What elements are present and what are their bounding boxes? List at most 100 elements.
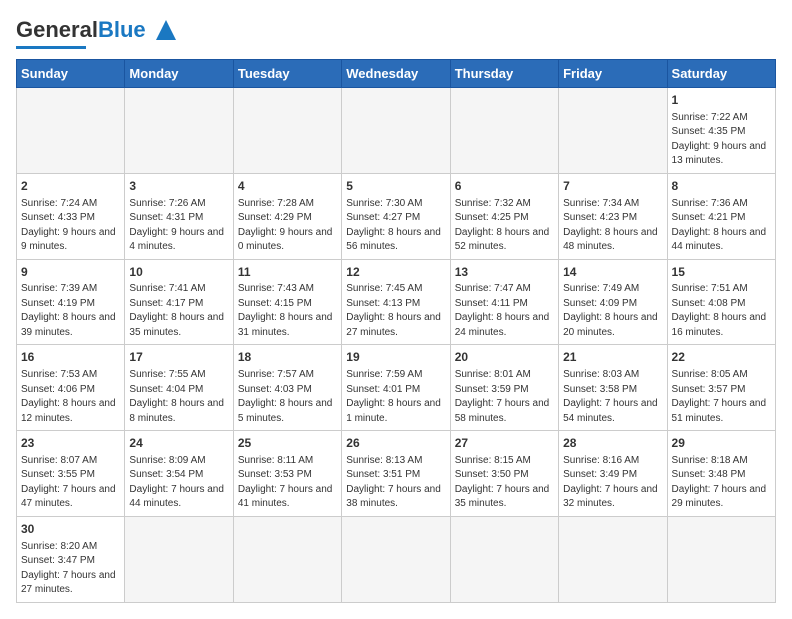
day-number: 26 bbox=[346, 435, 445, 452]
day-info: Sunrise: 8:16 AM Sunset: 3:49 PM Dayligh… bbox=[563, 454, 662, 512]
day-number: 17 bbox=[129, 349, 228, 366]
calendar-cell bbox=[342, 516, 450, 602]
day-number: 12 bbox=[346, 264, 445, 281]
calendar-cell: 27 Sunrise: 8:15 AM Sunset: 3:50 PM Dayli… bbox=[450, 431, 558, 517]
week-row: 23 Sunrise: 8:07 AM Sunset: 3:55 PM Dayli… bbox=[17, 431, 776, 517]
day-info: Sunrise: 7:26 AM Sunset: 4:31 PM Dayligh… bbox=[129, 197, 228, 255]
calendar-cell: 6Sunrise: 7:32 AM Sunset: 4:25 PM Daylig… bbox=[450, 173, 558, 259]
day-number: 3 bbox=[129, 178, 228, 195]
calendar-header: SundayMondayTuesdayWednesdayThursdayFrid… bbox=[17, 60, 776, 88]
day-number: 22 bbox=[672, 349, 771, 366]
calendar-cell: 11Sunrise: 7:43 AM Sunset: 4:15 PM Dayli… bbox=[233, 259, 341, 345]
calendar-cell bbox=[17, 88, 125, 174]
day-info: Sunrise: 7:41 AM Sunset: 4:17 PM Dayligh… bbox=[129, 282, 228, 340]
day-number: 27 bbox=[455, 435, 554, 452]
day-info: Sunrise: 7:34 AM Sunset: 4:23 PM Dayligh… bbox=[563, 197, 662, 255]
weekday-row: SundayMondayTuesdayWednesdayThursdayFrid… bbox=[17, 60, 776, 88]
day-info: Sunrise: 7:39 AM Sunset: 4:19 PM Dayligh… bbox=[21, 282, 120, 340]
day-info: Sunrise: 7:47 AM Sunset: 4:11 PM Dayligh… bbox=[455, 282, 554, 340]
day-info: Sunrise: 7:24 AM Sunset: 4:33 PM Dayligh… bbox=[21, 197, 120, 255]
day-number: 15 bbox=[672, 264, 771, 281]
day-info: Sunrise: 8:03 AM Sunset: 3:58 PM Dayligh… bbox=[563, 368, 662, 426]
calendar-cell: 19Sunrise: 7:59 AM Sunset: 4:01 PM Dayli… bbox=[342, 345, 450, 431]
calendar-cell: 17 Sunrise: 7:55 AM Sunset: 4:04 PM Dayli… bbox=[125, 345, 233, 431]
calendar-cell: 10Sunrise: 7:41 AM Sunset: 4:17 PM Dayli… bbox=[125, 259, 233, 345]
day-number: 1 bbox=[672, 92, 771, 109]
day-info: Sunrise: 8:09 AM Sunset: 3:54 PM Dayligh… bbox=[129, 454, 228, 512]
week-row: 16 Sunrise: 7:53 AM Sunset: 4:06 PM Dayli… bbox=[17, 345, 776, 431]
day-number: 21 bbox=[563, 349, 662, 366]
day-number: 23 bbox=[21, 435, 120, 452]
day-info: Sunrise: 7:55 AM Sunset: 4:04 PM Dayligh… bbox=[129, 368, 228, 426]
calendar-cell bbox=[667, 516, 775, 602]
day-info: Sunrise: 7:51 AM Sunset: 4:08 PM Dayligh… bbox=[672, 282, 771, 340]
day-number: 25 bbox=[238, 435, 337, 452]
logo: GeneralBlue bbox=[16, 16, 180, 49]
day-number: 9 bbox=[21, 264, 120, 281]
weekday-header-friday: Friday bbox=[559, 60, 667, 88]
day-info: Sunrise: 7:57 AM Sunset: 4:03 PM Dayligh… bbox=[238, 368, 337, 426]
day-number: 5 bbox=[346, 178, 445, 195]
calendar-cell bbox=[233, 516, 341, 602]
calendar-table: SundayMondayTuesdayWednesdayThursdayFrid… bbox=[16, 59, 776, 603]
day-info: Sunrise: 8:18 AM Sunset: 3:48 PM Dayligh… bbox=[672, 454, 771, 512]
day-number: 19 bbox=[346, 349, 445, 366]
day-number: 6 bbox=[455, 178, 554, 195]
weekday-header-thursday: Thursday bbox=[450, 60, 558, 88]
day-number: 11 bbox=[238, 264, 337, 281]
calendar-cell: 8Sunrise: 7:36 AM Sunset: 4:21 PM Daylig… bbox=[667, 173, 775, 259]
weekday-header-saturday: Saturday bbox=[667, 60, 775, 88]
day-info: Sunrise: 7:36 AM Sunset: 4:21 PM Dayligh… bbox=[672, 197, 771, 255]
calendar-cell: 3 Sunrise: 7:26 AM Sunset: 4:31 PM Daylig… bbox=[125, 173, 233, 259]
day-number: 4 bbox=[238, 178, 337, 195]
day-info: Sunrise: 8:20 AM Sunset: 3:47 PM Dayligh… bbox=[21, 540, 120, 598]
day-info: Sunrise: 7:45 AM Sunset: 4:13 PM Dayligh… bbox=[346, 282, 445, 340]
calendar-cell: 2 Sunrise: 7:24 AM Sunset: 4:33 PM Daylig… bbox=[17, 173, 125, 259]
calendar-cell bbox=[342, 88, 450, 174]
calendar-cell: 28 Sunrise: 8:16 AM Sunset: 3:49 PM Dayli… bbox=[559, 431, 667, 517]
day-info: Sunrise: 7:53 AM Sunset: 4:06 PM Dayligh… bbox=[21, 368, 120, 426]
calendar-cell bbox=[450, 88, 558, 174]
calendar-cell: 15Sunrise: 7:51 AM Sunset: 4:08 PM Dayli… bbox=[667, 259, 775, 345]
calendar-cell bbox=[125, 516, 233, 602]
day-number: 7 bbox=[563, 178, 662, 195]
header: GeneralBlue bbox=[16, 16, 776, 49]
calendar-cell: 29Sunrise: 8:18 AM Sunset: 3:48 PM Dayli… bbox=[667, 431, 775, 517]
calendar-cell bbox=[559, 88, 667, 174]
day-number: 28 bbox=[563, 435, 662, 452]
calendar-cell: 16 Sunrise: 7:53 AM Sunset: 4:06 PM Dayli… bbox=[17, 345, 125, 431]
calendar-cell: 30Sunrise: 8:20 AM Sunset: 3:47 PM Dayli… bbox=[17, 516, 125, 602]
weekday-header-wednesday: Wednesday bbox=[342, 60, 450, 88]
day-number: 2 bbox=[21, 178, 120, 195]
calendar-cell: 25 Sunrise: 8:11 AM Sunset: 3:53 PM Dayli… bbox=[233, 431, 341, 517]
calendar-cell bbox=[233, 88, 341, 174]
calendar-cell: 1 Sunrise: 7:22 AM Sunset: 4:35 PM Daylig… bbox=[667, 88, 775, 174]
day-info: Sunrise: 8:13 AM Sunset: 3:51 PM Dayligh… bbox=[346, 454, 445, 512]
calendar-cell: 4 Sunrise: 7:28 AM Sunset: 4:29 PM Daylig… bbox=[233, 173, 341, 259]
week-row: 2 Sunrise: 7:24 AM Sunset: 4:33 PM Daylig… bbox=[17, 173, 776, 259]
calendar-body: 1 Sunrise: 7:22 AM Sunset: 4:35 PM Daylig… bbox=[17, 88, 776, 603]
day-info: Sunrise: 7:28 AM Sunset: 4:29 PM Dayligh… bbox=[238, 197, 337, 255]
week-row: 30Sunrise: 8:20 AM Sunset: 3:47 PM Dayli… bbox=[17, 516, 776, 602]
day-number: 16 bbox=[21, 349, 120, 366]
calendar-cell: 13Sunrise: 7:47 AM Sunset: 4:11 PM Dayli… bbox=[450, 259, 558, 345]
calendar-cell: 14Sunrise: 7:49 AM Sunset: 4:09 PM Dayli… bbox=[559, 259, 667, 345]
logo-line bbox=[16, 46, 86, 49]
day-info: Sunrise: 8:11 AM Sunset: 3:53 PM Dayligh… bbox=[238, 454, 337, 512]
day-info: Sunrise: 7:22 AM Sunset: 4:35 PM Dayligh… bbox=[672, 111, 771, 169]
day-info: Sunrise: 7:30 AM Sunset: 4:27 PM Dayligh… bbox=[346, 197, 445, 255]
calendar-cell bbox=[450, 516, 558, 602]
week-row: 1 Sunrise: 7:22 AM Sunset: 4:35 PM Daylig… bbox=[17, 88, 776, 174]
weekday-header-tuesday: Tuesday bbox=[233, 60, 341, 88]
day-info: Sunrise: 8:15 AM Sunset: 3:50 PM Dayligh… bbox=[455, 454, 554, 512]
weekday-header-monday: Monday bbox=[125, 60, 233, 88]
day-info: Sunrise: 8:05 AM Sunset: 3:57 PM Dayligh… bbox=[672, 368, 771, 426]
day-info: Sunrise: 7:43 AM Sunset: 4:15 PM Dayligh… bbox=[238, 282, 337, 340]
calendar-cell: 7 Sunrise: 7:34 AM Sunset: 4:23 PM Daylig… bbox=[559, 173, 667, 259]
day-info: Sunrise: 8:07 AM Sunset: 3:55 PM Dayligh… bbox=[21, 454, 120, 512]
calendar-cell: 21 Sunrise: 8:03 AM Sunset: 3:58 PM Dayli… bbox=[559, 345, 667, 431]
logo-general: GeneralBlue bbox=[16, 19, 146, 41]
calendar-cell: 22 Sunrise: 8:05 AM Sunset: 3:57 PM Dayli… bbox=[667, 345, 775, 431]
calendar-cell: 24Sunrise: 8:09 AM Sunset: 3:54 PM Dayli… bbox=[125, 431, 233, 517]
day-number: 14 bbox=[563, 264, 662, 281]
